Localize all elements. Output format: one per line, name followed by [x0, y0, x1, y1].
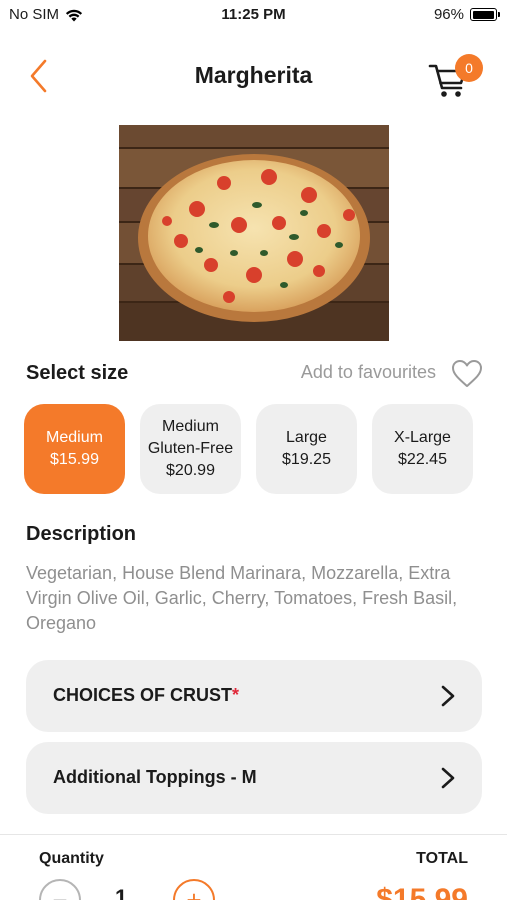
- description-text: Vegetarian, House Blend Marinara, Mozzar…: [26, 563, 458, 633]
- size-option-large[interactable]: Large $19.25: [256, 404, 357, 494]
- option-label-text: CHOICES OF CRUST: [53, 685, 233, 705]
- status-bar: No SIM 11:25 PM 96%: [0, 0, 507, 30]
- size-option-medium-gluten-free[interactable]: Medium Gluten-Free $20.99: [140, 404, 241, 494]
- chevron-right-icon: [441, 767, 455, 789]
- choices-of-crust-row[interactable]: CHOICES OF CRUST*: [26, 660, 482, 732]
- add-to-favourites-label[interactable]: Add to favourites: [301, 362, 436, 383]
- chevron-right-icon: [441, 685, 455, 707]
- option-label: CHOICES OF CRUST*: [53, 685, 239, 706]
- quantity-value: 1: [115, 885, 128, 900]
- size-option-name: Medium Gluten-Free: [147, 418, 234, 457]
- total-price: $15.99: [376, 883, 468, 900]
- battery-level: [472, 10, 494, 19]
- pizza-photo-icon: [119, 125, 389, 341]
- size-option-price: $20.99: [166, 462, 215, 479]
- quantity-decrease-button[interactable]: −: [39, 879, 81, 900]
- total-label: TOTAL: [416, 850, 468, 867]
- battery-icon: [470, 8, 500, 21]
- size-section-header: Select size Add to favourites: [26, 360, 486, 390]
- order-footer: Quantity TOTAL − 1 + $15.99: [0, 834, 507, 900]
- minus-icon: −: [52, 884, 68, 900]
- size-option-name: X-Large: [394, 429, 451, 446]
- nav-header: Margherita 0: [0, 50, 507, 102]
- size-section-title: Select size: [26, 362, 129, 384]
- quantity-increase-button[interactable]: +: [173, 879, 215, 900]
- plus-icon: +: [186, 884, 202, 900]
- size-option-price: $15.99: [50, 451, 99, 468]
- additional-toppings-row[interactable]: Additional Toppings - M: [26, 742, 482, 814]
- option-label: Additional Toppings - M: [53, 767, 257, 787]
- description-title: Description: [26, 523, 137, 545]
- battery-percent: 96%: [433, 6, 464, 23]
- size-option-medium[interactable]: Medium $15.99: [24, 404, 125, 494]
- product-image: [119, 125, 389, 341]
- size-option-price: $22.45: [398, 451, 447, 468]
- size-option-name: Medium: [46, 429, 103, 446]
- status-time: 11:25 PM: [221, 6, 286, 23]
- size-options: Medium $15.99 Medium Gluten-Free $20.99 …: [24, 404, 484, 496]
- quantity-label: Quantity: [39, 850, 104, 867]
- required-marker: *: [232, 685, 240, 705]
- heart-icon[interactable]: [450, 358, 484, 390]
- size-option-x-large[interactable]: X-Large $22.45: [372, 404, 473, 494]
- cart-count-badge: 0: [455, 54, 483, 82]
- cart-button[interactable]: 0: [428, 52, 488, 100]
- status-right: 96%: [433, 6, 500, 23]
- size-option-name: Large: [286, 429, 327, 446]
- size-option-price: $19.25: [282, 451, 331, 468]
